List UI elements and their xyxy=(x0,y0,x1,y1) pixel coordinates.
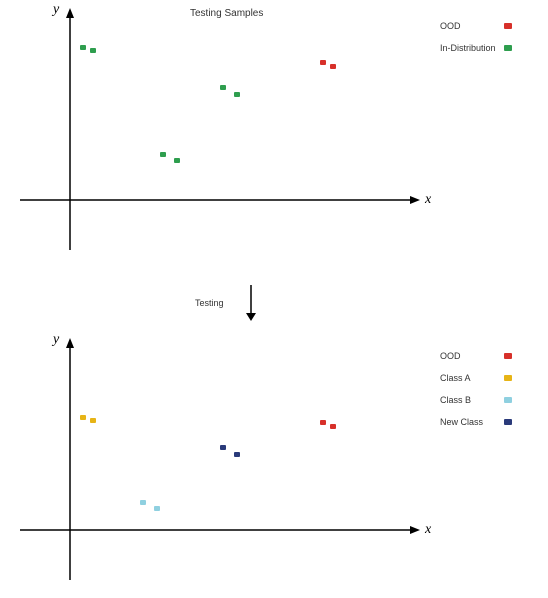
legend-swatch-ood xyxy=(504,353,512,359)
legend-swatch-in-distribution xyxy=(504,45,512,51)
bottom-axes xyxy=(20,330,420,580)
top-chart: Testing Samples y x xyxy=(20,0,420,250)
diagram-page: Testing Samples y x OOD In-Distribution xyxy=(0,0,548,598)
data-point-ood xyxy=(320,60,326,65)
legend-swatch-class-a xyxy=(504,375,512,381)
data-point-ood xyxy=(330,424,336,429)
legend-label: Class B xyxy=(440,395,500,405)
legend-label: In-Distribution xyxy=(440,43,500,53)
legend-item-class-b: Class B xyxy=(440,394,512,406)
legend-label: OOD xyxy=(440,21,500,31)
data-point-class-a xyxy=(80,415,86,420)
data-point-new-class xyxy=(234,452,240,457)
top-axes xyxy=(20,0,420,250)
transition-block: Testing xyxy=(195,285,258,321)
legend-swatch-new-class xyxy=(504,419,512,425)
legend-item-in-distribution: In-Distribution xyxy=(440,42,512,54)
top-legend: OOD In-Distribution xyxy=(440,20,512,64)
data-point-class-b xyxy=(140,500,146,505)
data-point-in-distribution xyxy=(80,45,86,50)
legend-item-ood: OOD xyxy=(440,350,512,362)
legend-swatch-ood xyxy=(504,23,512,29)
bottom-legend: OOD Class A Class B New Class xyxy=(440,350,512,438)
data-point-ood xyxy=(320,420,326,425)
data-point-in-distribution xyxy=(90,48,96,53)
legend-label: New Class xyxy=(440,417,500,427)
bottom-y-axis-label: y xyxy=(53,332,59,348)
legend-item-ood: OOD xyxy=(440,20,512,32)
top-x-axis-label: x xyxy=(425,192,431,208)
data-point-in-distribution xyxy=(160,152,166,157)
data-point-in-distribution xyxy=(234,92,240,97)
data-point-in-distribution xyxy=(174,158,180,163)
legend-label: OOD xyxy=(440,351,500,361)
arrow-down-icon xyxy=(244,285,258,321)
top-y-axis-label: y xyxy=(53,2,59,18)
bottom-x-axis-label: x xyxy=(425,522,431,538)
data-point-class-b xyxy=(154,506,160,511)
data-point-new-class xyxy=(220,445,226,450)
transition-label: Testing xyxy=(195,298,224,308)
legend-label: Class A xyxy=(440,373,500,383)
data-point-in-distribution xyxy=(220,85,226,90)
legend-swatch-class-b xyxy=(504,397,512,403)
legend-item-class-a: Class A xyxy=(440,372,512,384)
legend-item-new-class: New Class xyxy=(440,416,512,428)
data-point-class-a xyxy=(90,418,96,423)
top-chart-title: Testing Samples xyxy=(190,8,263,19)
bottom-chart: y x xyxy=(20,330,420,580)
data-point-ood xyxy=(330,64,336,69)
